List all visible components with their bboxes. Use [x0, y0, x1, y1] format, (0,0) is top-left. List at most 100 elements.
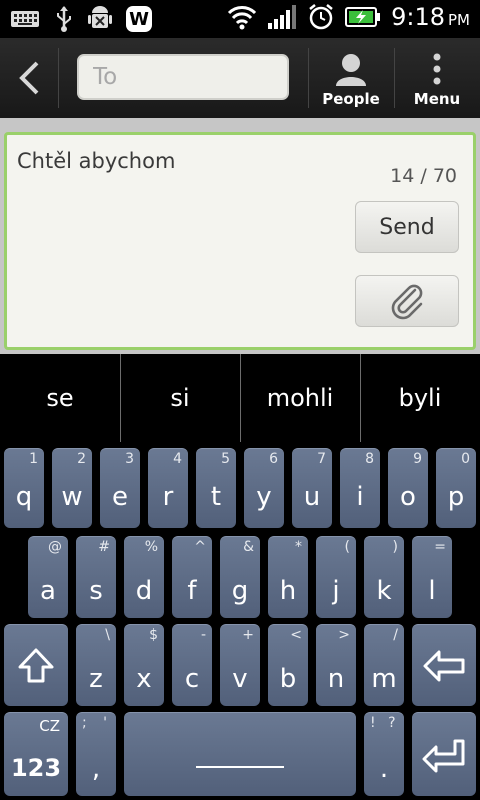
suggestion-item[interactable]: si	[120, 354, 240, 442]
key-v[interactable]: + v	[220, 624, 260, 706]
back-button[interactable]	[0, 38, 58, 118]
key-label: w	[61, 482, 83, 512]
key-o[interactable]: 9o	[388, 448, 428, 528]
key-hint: +	[242, 627, 254, 643]
key-x[interactable]: $ x	[124, 624, 164, 706]
key-label: l	[428, 576, 436, 606]
key-hint: /	[393, 627, 398, 643]
key-u[interactable]: 7u	[292, 448, 332, 528]
person-icon	[336, 54, 366, 86]
key-t[interactable]: 5t	[196, 448, 236, 528]
key-label: .	[379, 754, 389, 784]
key-hint: -	[200, 627, 206, 643]
key-hint: =	[434, 539, 446, 555]
key-hint: ! ?	[370, 715, 400, 731]
suggestion-item[interactable]: mohli	[240, 354, 360, 442]
key-label: ,	[91, 754, 101, 784]
attach-button[interactable]	[355, 275, 459, 327]
suggestion-item[interactable]: se	[0, 354, 120, 442]
recipient-field[interactable]	[77, 54, 289, 100]
shift-icon	[18, 648, 54, 683]
key-label: e	[112, 482, 128, 512]
key-l[interactable]: = l	[412, 536, 452, 618]
soft-keyboard: 1q 2w 3e 4r 5t 6y 7u 8i 9o 0p @ a # s % d ^…	[0, 442, 480, 800]
key-n[interactable]: > n	[316, 624, 356, 706]
key-c[interactable]: -c	[172, 624, 212, 706]
key-f[interactable]: ^ f	[172, 536, 212, 618]
message-input[interactable]: Chtěl abychom	[17, 149, 175, 173]
backspace-icon	[423, 650, 465, 682]
key-d[interactable]: % d	[124, 536, 164, 618]
shift-key[interactable]	[4, 624, 68, 706]
key-j[interactable]: (j	[316, 536, 356, 618]
key-label: a	[40, 576, 56, 606]
key-q[interactable]: 1q	[4, 448, 44, 528]
notification-icons: W	[10, 5, 152, 33]
key-i[interactable]: 8i	[340, 448, 380, 528]
overflow-menu-icon	[433, 53, 441, 85]
key-label: g	[231, 576, 249, 606]
language-label: CZ	[39, 717, 60, 735]
battery-charging-icon	[345, 7, 381, 27]
header-divider	[308, 48, 309, 108]
suggestion-item[interactable]: byli	[360, 354, 480, 442]
recipient-input[interactable]	[91, 63, 275, 91]
key-w[interactable]: 2w	[52, 448, 92, 528]
key-hint: 7	[317, 451, 326, 467]
people-button[interactable]: People	[318, 38, 384, 118]
key-k[interactable]: ) k	[364, 536, 404, 618]
key-e[interactable]: 3e	[100, 448, 140, 528]
enter-key[interactable]	[412, 712, 476, 796]
key-h[interactable]: * h	[268, 536, 308, 618]
key-label: i	[356, 482, 364, 512]
symbols-label: 123	[10, 754, 62, 782]
key-s[interactable]: # s	[76, 536, 116, 618]
backspace-key[interactable]	[412, 624, 476, 706]
key-hint: 9	[413, 451, 422, 467]
character-counter: 14 / 70	[390, 165, 457, 187]
clock-time: 9:18	[391, 3, 445, 31]
header-bar: People Menu	[0, 38, 480, 119]
key-label: y	[256, 482, 272, 512]
key-label: f	[187, 576, 197, 606]
send-button[interactable]: Send	[355, 201, 459, 253]
key-hint: \	[105, 627, 110, 643]
key-m[interactable]: / m	[364, 624, 404, 706]
key-label: n	[327, 664, 345, 694]
comma-key[interactable]: ; ' ,	[76, 712, 116, 796]
key-z[interactable]: \ z	[76, 624, 116, 706]
key-hint: 0	[461, 451, 470, 467]
usb-icon	[57, 6, 71, 32]
key-hint: #	[98, 539, 110, 555]
key-label: j	[332, 576, 340, 606]
key-p[interactable]: 0p	[436, 448, 476, 528]
key-hint: $	[149, 627, 158, 643]
key-hint: *	[295, 539, 302, 555]
key-hint: ^	[194, 539, 206, 555]
alarm-icon	[309, 4, 333, 30]
key-g[interactable]: & g	[220, 536, 260, 618]
key-label: z	[89, 664, 103, 694]
key-r[interactable]: 4r	[148, 448, 188, 528]
key-label: d	[135, 576, 153, 606]
key-label: v	[232, 664, 248, 694]
key-y[interactable]: 6y	[244, 448, 284, 528]
key-label: s	[89, 576, 103, 606]
message-box[interactable]: Chtěl abychom 14 / 70 Send	[4, 132, 476, 350]
key-a[interactable]: @ a	[28, 536, 68, 618]
key-label: h	[279, 576, 297, 606]
space-bar-indicator	[196, 766, 284, 768]
key-label: m	[371, 664, 397, 694]
key-hint: 8	[365, 451, 374, 467]
key-hint: 6	[269, 451, 278, 467]
key-label: r	[162, 482, 174, 512]
period-key[interactable]: ! ? .	[364, 712, 404, 796]
key-b[interactable]: < b	[268, 624, 308, 706]
symbols-key[interactable]: CZ 123	[4, 712, 68, 796]
key-hint: @	[48, 539, 62, 555]
key-hint: 4	[173, 451, 182, 467]
space-key[interactable]	[124, 712, 356, 796]
menu-button[interactable]: Menu	[402, 38, 472, 118]
key-hint: <	[290, 627, 302, 643]
key-label: u	[303, 482, 321, 512]
